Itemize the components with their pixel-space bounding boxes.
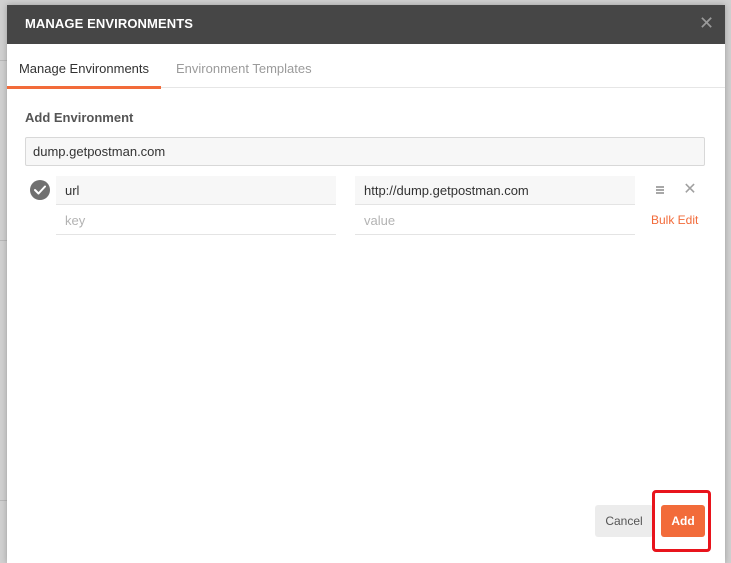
add-environment-label: Add Environment [25,110,134,125]
add-button[interactable]: Add [661,505,705,537]
background-divider [0,500,7,501]
environment-name-input[interactable] [25,137,705,166]
cancel-button[interactable]: Cancel [595,505,653,537]
variable-enabled-checkbox[interactable] [30,180,50,200]
drag-handle-icon[interactable] [655,185,666,196]
new-value-input[interactable] [355,206,635,235]
dialog-header: MANAGE ENVIRONMENTS ✕ [7,5,725,44]
delete-variable-icon[interactable]: ✕ [683,182,697,198]
tab-manage-environments[interactable]: Manage Environments [7,44,161,89]
background-divider [0,60,7,61]
dialog-title: MANAGE ENVIRONMENTS [25,16,194,31]
bulk-edit-link[interactable]: Bulk Edit [651,213,698,227]
tab-environment-templates[interactable]: Environment Templates [176,44,312,88]
manage-environments-dialog: MANAGE ENVIRONMENTS ✕ Manage Environment… [7,5,725,563]
close-icon[interactable]: ✕ [699,14,714,32]
new-key-input[interactable] [56,206,336,235]
variable-key-input[interactable] [56,176,336,205]
checkmark-icon [34,185,46,195]
background-divider [0,240,7,241]
dialog-tabs: Manage Environments Environment Template… [7,44,725,89]
variable-value-input[interactable] [355,176,635,205]
